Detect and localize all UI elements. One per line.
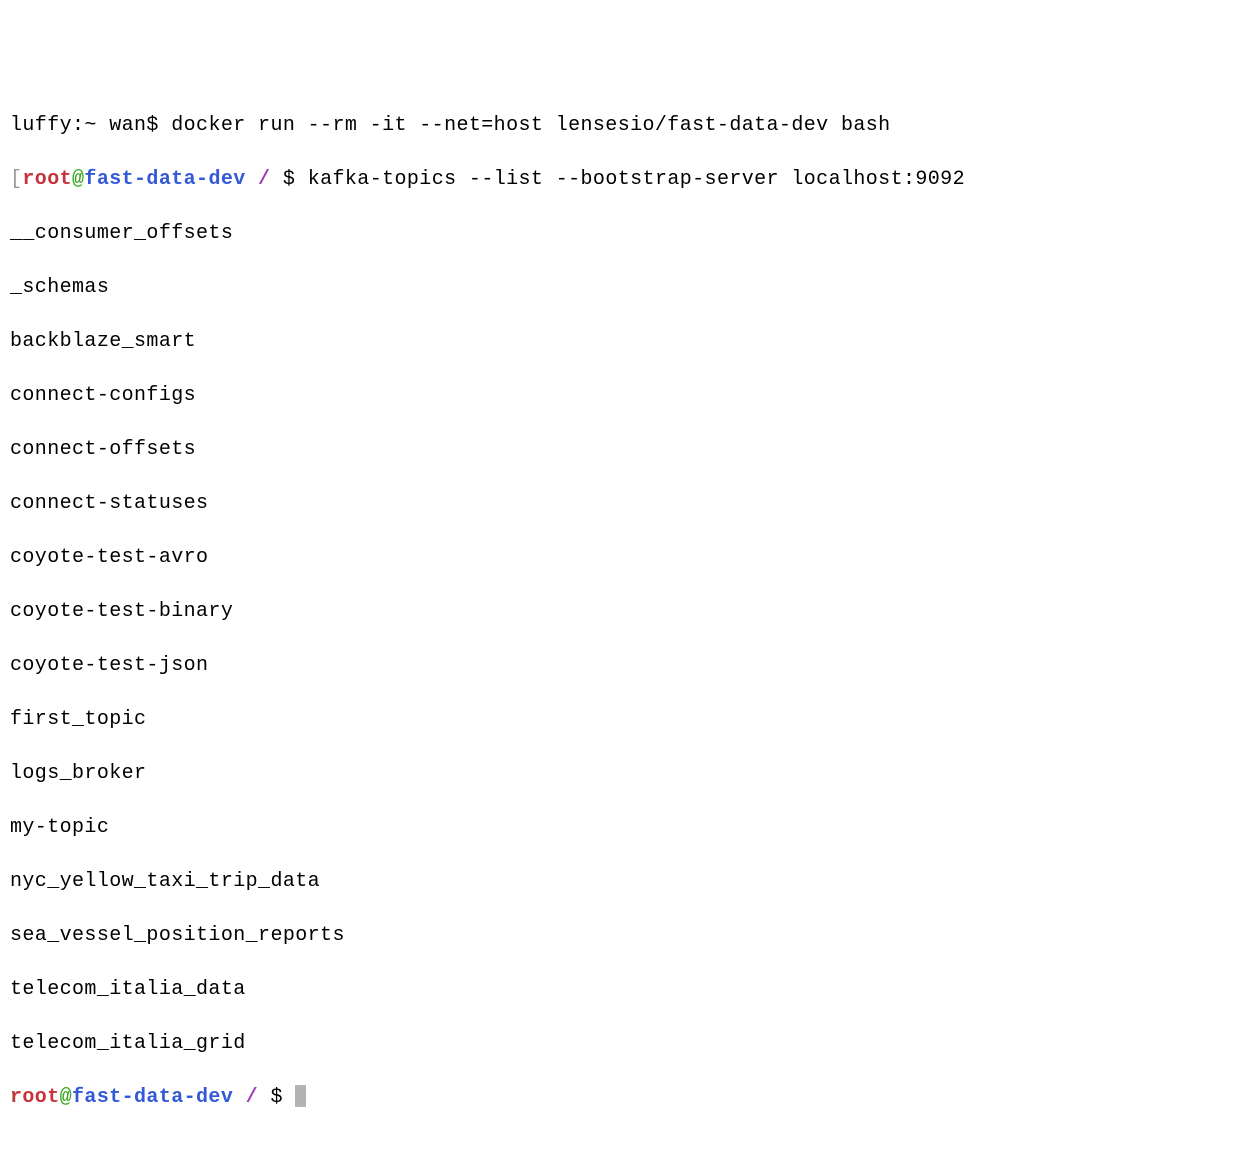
topic-output: telecom_italia_grid	[10, 1030, 1236, 1057]
terminal-line-prompt[interactable]: root@fast-data-dev / $	[10, 1084, 1236, 1111]
prompt-dollar: $	[270, 1086, 295, 1109]
prompt-at: @	[60, 1086, 72, 1109]
topic-output: _schemas	[10, 274, 1236, 301]
topic-output: __consumer_offsets	[10, 220, 1236, 247]
cursor-icon	[295, 1085, 306, 1107]
prompt-path: /	[233, 1086, 270, 1109]
topic-output: sea_vessel_position_reports	[10, 922, 1236, 949]
prompt-bracket: [	[10, 168, 22, 191]
prompt-at: @	[72, 168, 84, 191]
topic-output: coyote-test-avro	[10, 544, 1236, 571]
local-prompt: luffy:~ wan$	[10, 114, 171, 137]
prompt-user: root	[10, 1086, 60, 1109]
kafka-command: kafka-topics --list --bootstrap-server l…	[308, 168, 965, 191]
prompt-host: fast-data-dev	[72, 1086, 233, 1109]
topic-output: coyote-test-json	[10, 652, 1236, 679]
terminal-line-1: luffy:~ wan$ docker run --rm -it --net=h…	[10, 112, 1236, 139]
topic-output: first_topic	[10, 706, 1236, 733]
topic-output: connect-statuses	[10, 490, 1236, 517]
topic-output: telecom_italia_data	[10, 976, 1236, 1003]
topic-output: backblaze_smart	[10, 328, 1236, 355]
topic-output: logs_broker	[10, 760, 1236, 787]
topic-output: my-topic	[10, 814, 1236, 841]
prompt-host: fast-data-dev	[84, 168, 245, 191]
prompt-dollar: $	[283, 168, 308, 191]
topic-output: coyote-test-binary	[10, 598, 1236, 625]
prompt-path: /	[246, 168, 283, 191]
topic-output: connect-offsets	[10, 436, 1236, 463]
prompt-user: root	[22, 168, 72, 191]
topic-output: nyc_yellow_taxi_trip_data	[10, 868, 1236, 895]
docker-command: docker run --rm -it --net=host lensesio/…	[171, 114, 890, 137]
topic-output: connect-configs	[10, 382, 1236, 409]
terminal-line-2: [root@fast-data-dev / $ kafka-topics --l…	[10, 166, 1236, 193]
